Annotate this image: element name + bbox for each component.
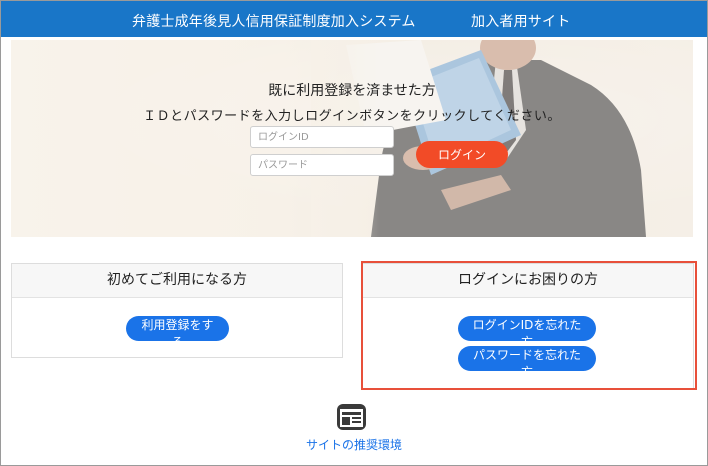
password-input[interactable] <box>250 154 394 176</box>
new-user-heading: 初めてご利用になる方 <box>12 264 342 298</box>
highlight-box <box>361 261 697 390</box>
recommended-environment-link[interactable]: サイトの推奨環境 <box>0 436 708 453</box>
site-subtitle: 加入者用サイト <box>471 14 571 30</box>
system-title: 弁護士成年後見人信用保証制度加入システム <box>132 14 416 30</box>
site-header: 弁護士成年後見人信用保証制度加入システム 加入者用サイト <box>1 1 707 37</box>
browser-window-icon[interactable] <box>336 403 367 431</box>
login-id-input[interactable] <box>250 126 394 148</box>
register-button[interactable]: 利用登録をする <box>126 316 229 349</box>
login-heading: 既に利用登録を済ませた方 <box>268 83 436 99</box>
login-button[interactable]: ログイン <box>416 141 508 168</box>
login-description: ＩＤとパスワードを入力しログインボタンをクリックしてください。 <box>143 109 561 124</box>
login-hero: 既に利用登録を済ませた方 ＩＤとパスワードを入力しログインボタンをクリックしてく… <box>11 40 693 237</box>
new-user-card: 初めてご利用になる方 利用登録をする <box>11 263 343 358</box>
